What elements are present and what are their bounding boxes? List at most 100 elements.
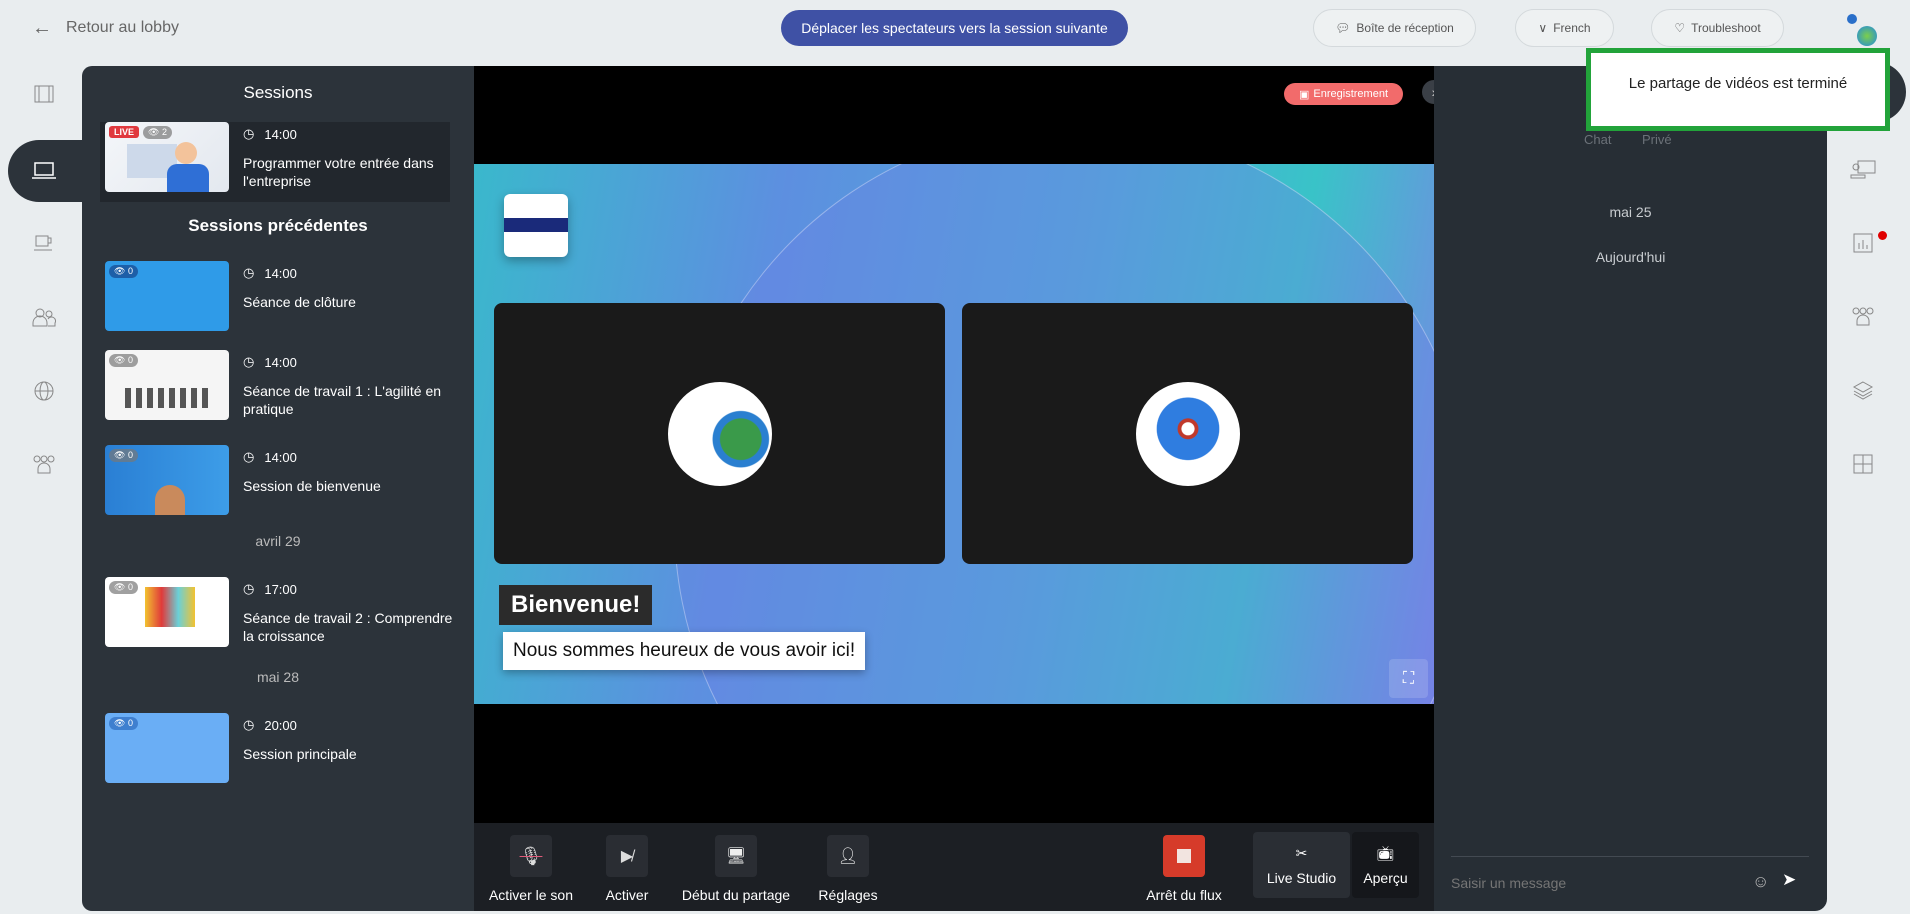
clock-icon: ◷ — [243, 581, 255, 596]
chat-date: mai 25 — [1609, 204, 1652, 220]
session-thumbnail: 👁︎ 0 — [105, 350, 229, 420]
toast-message: Le partage de vidéos est terminé — [1628, 75, 1848, 92]
chat-panel: Chat Privé mai 25 Aujourd'hui ☺ ➤ — [1434, 66, 1827, 911]
send-icon[interactable]: ➤ — [1782, 870, 1796, 890]
stop-stream-label: Arrêt du flux — [1146, 887, 1222, 903]
inbox-button[interactable]: 💬︎ Boîte de réception — [1313, 9, 1476, 47]
slide: Bienvenue! Nous sommes heureux de vous a… — [474, 164, 1434, 704]
participant-tile[interactable] — [494, 303, 945, 564]
stop-stream-button[interactable]: Arrêt du flux — [1129, 835, 1239, 903]
fullscreen-icon[interactable]: ⛶ — [1389, 659, 1428, 698]
group-icon[interactable] — [1847, 303, 1879, 329]
session-thumbnail: 👁︎ 0 — [105, 445, 229, 515]
banner-title: Bienvenue! — [499, 585, 653, 625]
monitor-icon: 🖥︎ — [725, 848, 747, 865]
session-item[interactable]: 👁︎ 0 ◷ 14:00 Séance de travail 1 : L'agil… — [100, 350, 450, 430]
tv-icon: 📺︎ — [1376, 844, 1395, 861]
camera-off-icon: ▶︎̸ — [620, 848, 634, 865]
live-studio-button[interactable]: ✂︎ Live Studio — [1253, 832, 1350, 898]
notification-dot — [1878, 231, 1887, 240]
sessions-panel: Sessions LIVE 👁︎ 2 ◷ 14:00 Programmer vot… — [82, 66, 474, 911]
participant-avatar — [668, 382, 772, 486]
toast-notification: Le partage de vidéos est terminé — [1586, 48, 1890, 131]
unmute-button[interactable]: 🎙︎ Activer le son — [476, 835, 586, 903]
stop-icon — [1177, 849, 1191, 863]
layout-grid-icon[interactable] — [1847, 451, 1879, 477]
session-item[interactable]: 👁︎ 0 ◷ 17:00 Séance de travail 2 : Compre… — [100, 577, 453, 657]
troubleshoot-label: Troubleshoot — [1691, 21, 1761, 35]
chat-date: Aujourd'hui — [1595, 249, 1666, 265]
camera-button[interactable]: ▶︎̸ Activer — [572, 835, 682, 903]
date-separator: mai 28 — [256, 669, 300, 685]
session-item[interactable]: 👁︎ 0 ◷ 14:00 Session de bienvenue — [100, 445, 450, 525]
language-label: French — [1553, 21, 1591, 35]
clock-icon: ◷ — [243, 717, 255, 732]
unmute-label: Activer le son — [488, 887, 574, 903]
session-thumbnail: 👁︎ 0 — [105, 713, 229, 783]
share-label: Début du partage — [681, 887, 791, 903]
session-time: ◷ 17:00 — [243, 581, 297, 597]
chat-bubble-icon: 💬︎ — [1335, 21, 1351, 35]
troubleshoot-button[interactable]: ♡ Troubleshoot — [1651, 9, 1784, 47]
language-select[interactable]: ∨ French — [1515, 9, 1614, 47]
session-time: ◷ 14:00 — [243, 449, 297, 465]
session-title: Séance de travail 2 : Comprendre la croi… — [243, 610, 453, 644]
viewer-count-badge: 👁︎ 2 — [143, 126, 172, 139]
session-item[interactable]: 👁︎ 0 ◷ 14:00 Séance de clôture — [100, 261, 450, 341]
people-icon[interactable] — [28, 304, 60, 330]
session-title: Séance de clôture — [243, 294, 356, 310]
presenter-icon[interactable] — [1847, 156, 1879, 182]
clock-icon: ◷ — [243, 449, 255, 464]
message-input[interactable] — [1451, 871, 1741, 895]
clock-icon: ◷ — [243, 126, 255, 141]
laptop-icon[interactable] — [28, 158, 60, 184]
share-screen-button[interactable]: 🖥︎ Début du partage — [681, 835, 791, 903]
date-separator: avril 29 — [255, 533, 301, 549]
previous-sessions-title: Sessions précédentes — [188, 216, 368, 235]
coffee-cup-icon[interactable] — [28, 230, 60, 256]
session-thumbnail: 👁︎ 0 — [105, 261, 229, 331]
live-session-item[interactable]: LIVE 👁︎ 2 ◷ 14:00 Programmer votre entrée… — [100, 122, 450, 202]
inbox-label: Boîte de réception — [1356, 21, 1454, 35]
event-logo — [504, 194, 568, 257]
session-title: Session principale — [243, 746, 357, 762]
poll-chart-icon[interactable] — [1847, 230, 1879, 256]
participant-tile[interactable] — [962, 303, 1413, 564]
move-viewers-button[interactable]: Déplacer les spectateurs vers la session… — [781, 10, 1128, 46]
arrow-left-icon: ← — [32, 16, 52, 39]
back-label: Retour au lobby — [66, 19, 179, 36]
clock-icon: ◷ — [243, 265, 255, 280]
settings-label: Réglages — [818, 887, 878, 903]
microphone-off-icon: 🎙︎ — [519, 845, 543, 866]
sessions-title: Sessions — [243, 83, 313, 102]
session-time: ◷ 14:00 — [243, 126, 297, 142]
group-icon[interactable] — [28, 451, 60, 477]
tab-private[interactable]: Privé — [1642, 132, 1672, 147]
recording-badge[interactable]: ▣ Enregistrement — [1284, 83, 1403, 105]
tab-chat[interactable]: Chat — [1584, 132, 1611, 147]
clock-icon: ◷ — [243, 354, 255, 369]
emoji-icon[interactable]: ☺ — [1752, 872, 1769, 892]
video-stage: ▣ Enregistrement Bienvenue! Nous sommes h… — [474, 66, 1434, 823]
save-icon: ▣ — [1299, 88, 1310, 101]
session-title: Séance de travail 1 : L'agilité en prati… — [243, 383, 442, 417]
session-time: ◷ 14:00 — [243, 354, 297, 370]
settings-button[interactable]: 👤︎ Réglages — [793, 835, 903, 903]
banner-subtitle: Nous sommes heureux de vous avoir ici! — [503, 632, 866, 670]
user-settings-icon: 👤︎ — [837, 848, 859, 865]
preview-button[interactable]: 📺︎ Aperçu — [1352, 832, 1419, 898]
film-icon[interactable] — [28, 81, 60, 107]
globe-icon[interactable] — [28, 378, 60, 404]
session-time: ◷ 14:00 — [243, 265, 297, 281]
chat-divider — [1451, 856, 1809, 857]
avatar[interactable] — [1845, 12, 1879, 46]
session-title: Programmer votre entrée dans l'entrepris… — [243, 155, 434, 189]
layers-icon[interactable] — [1847, 377, 1879, 403]
session-title: Session de bienvenue — [243, 478, 381, 494]
session-time: ◷ 20:00 — [243, 717, 297, 733]
back-button[interactable]: ← Retour au lobby — [32, 14, 179, 42]
chevron-down-icon: ∨ — [1538, 21, 1548, 35]
session-thumbnail: LIVE 👁︎ 2 — [105, 122, 229, 192]
session-item[interactable]: 👁︎ 0 ◷ 20:00 Session principale — [100, 713, 450, 793]
live-badge: LIVE — [109, 126, 140, 138]
